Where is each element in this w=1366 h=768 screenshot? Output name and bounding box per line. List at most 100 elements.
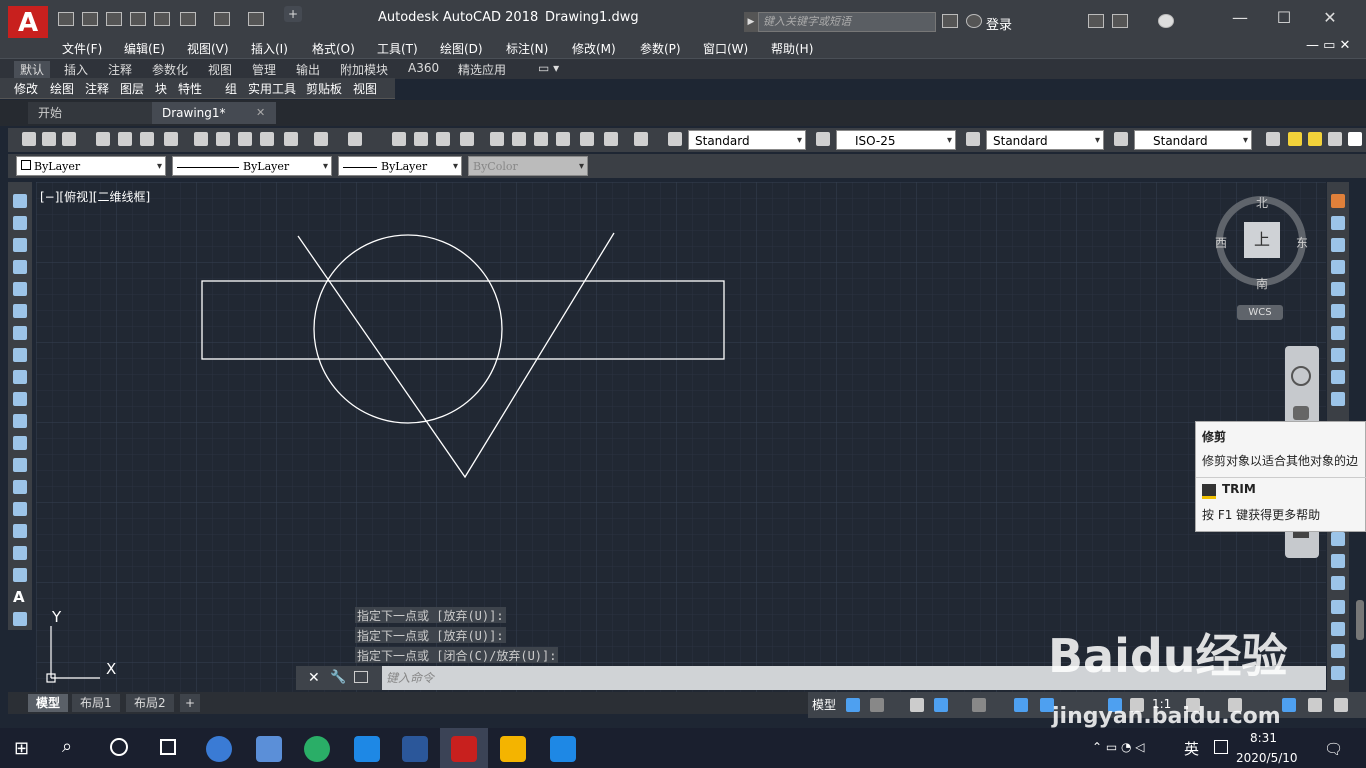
close-tab-icon[interactable]: ✕ <box>256 106 265 119</box>
bring-above-icon[interactable] <box>1331 666 1345 680</box>
draworder-icon[interactable] <box>1331 600 1345 614</box>
zoom-window-icon[interactable] <box>436 132 450 146</box>
mtext-icon[interactable]: A <box>13 590 27 605</box>
tab-featured-apps[interactable]: 精选应用 <box>458 61 506 78</box>
login-button[interactable]: 登录 <box>986 14 1012 33</box>
a360-icon[interactable] <box>1112 14 1128 28</box>
design-center-icon[interactable] <box>512 132 526 146</box>
wrench-icon[interactable]: 🔧 <box>330 670 346 685</box>
menu-view[interactable]: 视图(V) <box>187 40 229 57</box>
wechat-icon[interactable] <box>304 736 330 762</box>
menu-parameters[interactable]: 参数(P) <box>640 40 681 57</box>
tab-layout1[interactable]: 布局1 <box>72 694 120 712</box>
point-icon[interactable] <box>13 480 27 494</box>
paste-special-icon[interactable] <box>260 132 274 146</box>
window-controls-icon[interactable]: — ▭ ✕ <box>1306 38 1350 53</box>
tool-palettes-icon[interactable] <box>534 132 548 146</box>
table-icon[interactable] <box>13 568 27 582</box>
phone-icon[interactable] <box>550 736 576 762</box>
snap-icon[interactable] <box>870 698 884 712</box>
match-properties-icon[interactable] <box>284 132 298 146</box>
line-icon[interactable] <box>13 194 27 208</box>
panel-clipboard[interactable]: 剪贴板 <box>306 80 342 97</box>
tab-annotate[interactable]: 注释 <box>108 61 132 78</box>
spline-icon[interactable] <box>13 370 27 384</box>
tab-insert[interactable]: 插入 <box>64 61 88 78</box>
circle-icon[interactable] <box>13 326 27 340</box>
scrollbar[interactable] <box>1356 600 1364 640</box>
clock-date[interactable]: 2020/5/10 <box>1236 751 1298 765</box>
markup-icon[interactable] <box>580 132 594 146</box>
add-layout-icon[interactable]: + <box>180 694 201 712</box>
panel-properties[interactable]: 特性 <box>178 80 202 97</box>
save-icon[interactable] <box>62 132 76 146</box>
compass-south[interactable]: 南 <box>1256 275 1268 292</box>
grid-icon[interactable] <box>846 698 860 712</box>
isodraft-icon[interactable] <box>972 698 986 712</box>
customize-quick-access-icon[interactable] <box>248 12 264 26</box>
binoculars-icon[interactable] <box>942 14 958 28</box>
layer-properties-icon[interactable] <box>1266 132 1280 146</box>
help-icon[interactable] <box>1158 14 1174 28</box>
erase-icon[interactable] <box>1331 194 1345 208</box>
new-file-icon[interactable] <box>58 12 74 26</box>
save-as-icon[interactable] <box>130 12 146 26</box>
undo-icon[interactable] <box>314 132 328 146</box>
insert-block-icon[interactable] <box>13 436 27 450</box>
clock-time[interactable]: 8:31 <box>1250 731 1277 745</box>
rotate-icon[interactable] <box>1331 326 1345 340</box>
panel-annotate[interactable]: 注释 <box>85 80 109 97</box>
menu-tools[interactable]: 工具(T) <box>377 40 418 57</box>
rectangle-icon[interactable] <box>13 282 27 296</box>
mleader-style-select[interactable]: Standard ▾ <box>1134 130 1252 150</box>
task-view-icon[interactable] <box>160 739 176 755</box>
redo-icon[interactable] <box>348 132 362 146</box>
tab-parametric[interactable]: 参数化 <box>152 61 188 78</box>
plot-icon[interactable] <box>96 132 110 146</box>
keyboard-icon[interactable] <box>1214 740 1228 754</box>
drawing-canvas[interactable] <box>36 182 1326 692</box>
pan-icon[interactable] <box>392 132 406 146</box>
wcs-menu[interactable]: WCS <box>1237 305 1283 320</box>
ribbon-toggle-icon[interactable]: ▭ ▾ <box>538 61 559 75</box>
word-icon[interactable] <box>402 736 428 762</box>
app-icon[interactable] <box>206 736 232 762</box>
panel-layers[interactable]: 图层 <box>120 80 144 97</box>
text-style-icon[interactable] <box>668 132 682 146</box>
tab-view[interactable]: 视图 <box>208 61 232 78</box>
cortana-icon[interactable] <box>110 738 128 756</box>
construction-line-icon[interactable] <box>13 216 27 230</box>
tab-layout2[interactable]: 布局2 <box>126 694 174 712</box>
model-space-button[interactable]: 模型 <box>812 696 836 713</box>
text-style-select[interactable]: Standard ▾ <box>688 130 806 150</box>
table-style-select[interactable]: Standard ▾ <box>986 130 1104 150</box>
mirror-icon[interactable] <box>1331 238 1345 252</box>
polar-icon[interactable] <box>934 698 948 712</box>
computer-icon[interactable] <box>256 736 282 762</box>
steering-wheel-icon[interactable] <box>1291 366 1311 386</box>
zoom-realtime-icon[interactable] <box>414 132 428 146</box>
clean-screen-icon[interactable] <box>1308 698 1322 712</box>
menu-modify[interactable]: 修改(M) <box>572 40 616 57</box>
layer-color-icon[interactable] <box>1348 132 1362 146</box>
explode-icon[interactable] <box>1331 576 1345 590</box>
autocad-taskbar-icon[interactable] <box>451 736 477 762</box>
make-block-icon[interactable] <box>13 458 27 472</box>
viewport-controls[interactable]: [−][俯视][二维线框] <box>40 188 150 205</box>
menu-file[interactable]: 文件(F) <box>62 40 102 57</box>
ortho-icon[interactable] <box>910 698 924 712</box>
tab-output[interactable]: 输出 <box>296 61 320 78</box>
quickcalc-icon[interactable] <box>604 132 618 146</box>
windows-start-icon[interactable]: ⊞ <box>14 738 29 759</box>
add-tab-icon[interactable]: + <box>284 6 302 22</box>
redo-icon[interactable] <box>214 12 230 26</box>
gradient-icon[interactable] <box>13 524 27 538</box>
color-select[interactable]: ByLayer ▾ <box>16 156 166 176</box>
ime-indicator[interactable]: 英 <box>1184 738 1199 759</box>
fillet-icon[interactable] <box>1331 554 1345 568</box>
cut-icon[interactable] <box>194 132 208 146</box>
object-snap-tracking-icon[interactable] <box>1014 698 1028 712</box>
paste-icon[interactable] <box>238 132 252 146</box>
search-expand-icon[interactable]: ▶ <box>744 12 758 32</box>
open-icon[interactable] <box>42 132 56 146</box>
